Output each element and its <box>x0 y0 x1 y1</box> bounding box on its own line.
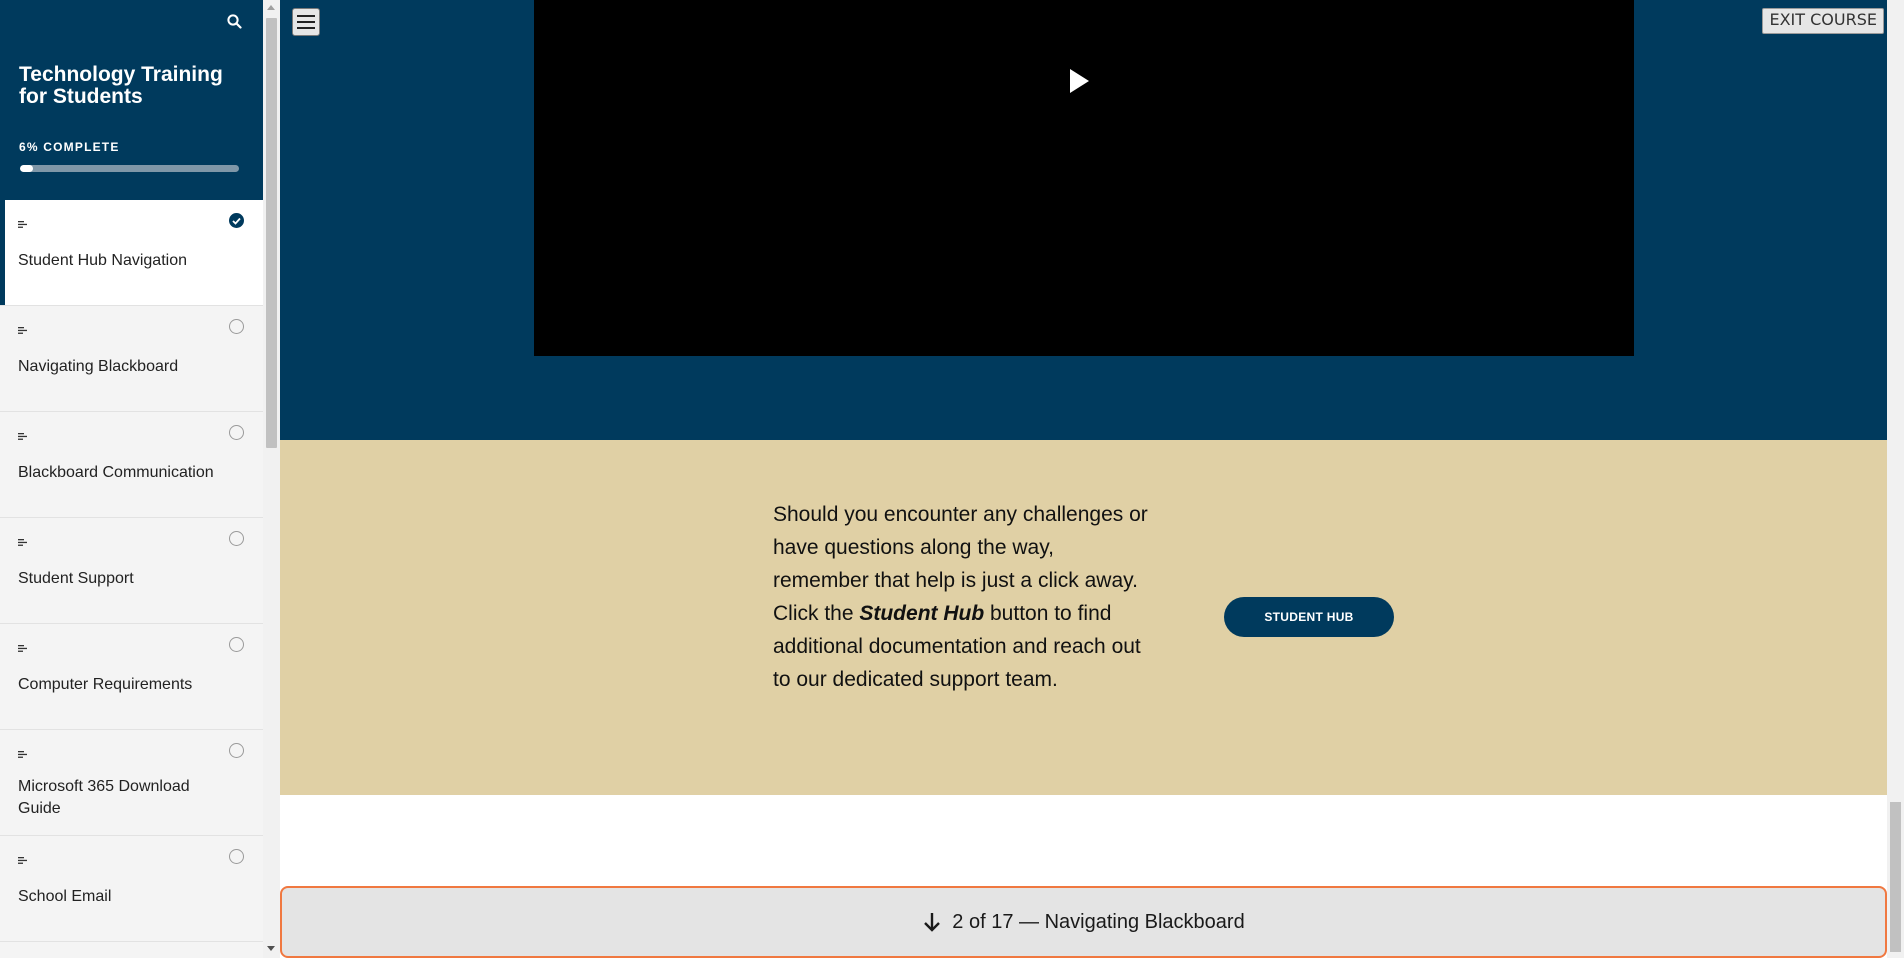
support-text-emphasis: Student Hub <box>859 602 985 625</box>
search-button[interactable] <box>224 11 244 31</box>
lesson-title: Navigating Blackboard <box>18 358 179 375</box>
lesson-item[interactable]: Student Support <box>0 518 263 624</box>
hamburger-icon <box>297 15 315 29</box>
lesson-title: School Email <box>18 888 112 905</box>
lesson-item[interactable]: Navigating Blackboard <box>0 306 263 412</box>
progress-bar <box>20 165 239 172</box>
search-icon <box>226 13 242 29</box>
scroll-up-arrow[interactable] <box>267 5 275 10</box>
text-lines-icon <box>18 533 27 551</box>
empty-circle-icon <box>229 743 244 758</box>
check-circle-icon <box>229 213 244 228</box>
text-lines-icon <box>18 851 27 869</box>
text-lines-icon <box>18 639 27 657</box>
lesson-title: Student Support <box>18 570 134 587</box>
lesson-item[interactable]: Microsoft 365 Download Guide <box>0 730 263 836</box>
sidebar-header: Technology Training for Students 6% COMP… <box>0 0 263 200</box>
next-lesson-button[interactable]: 2 of 17 — Navigating Blackboard <box>280 886 1887 958</box>
scroll-down-arrow[interactable] <box>267 946 275 951</box>
empty-circle-icon <box>229 637 244 652</box>
video-player[interactable] <box>534 0 1634 356</box>
empty-circle-icon <box>229 319 244 334</box>
lesson-title: Computer Requirements <box>18 676 193 693</box>
text-lines-icon <box>18 215 27 233</box>
lesson-content: EXIT COURSE Should you encounter any cha… <box>280 0 1887 958</box>
main-scrollbar-thumb[interactable] <box>1890 802 1901 952</box>
empty-circle-icon <box>229 849 244 864</box>
lesson-title: Microsoft 365 Download Guide <box>18 778 190 817</box>
course-title: Technology Training for Students <box>19 63 223 108</box>
progress-bar-fill <box>20 165 34 172</box>
text-lines-icon <box>18 427 27 445</box>
empty-circle-icon <box>229 531 244 546</box>
student-hub-button[interactable]: STUDENT HUB <box>1224 597 1394 637</box>
menu-button[interactable] <box>292 8 320 36</box>
support-text: Should you encounter any challenges or h… <box>773 498 1153 696</box>
play-button[interactable] <box>1064 66 1094 96</box>
text-lines-icon <box>18 321 27 339</box>
lesson-title: Blackboard Communication <box>18 464 214 481</box>
course-sidebar: Technology Training for Students 6% COMP… <box>0 0 263 958</box>
play-icon <box>1070 69 1089 93</box>
empty-circle-icon <box>229 425 244 440</box>
arrow-down-icon <box>924 913 941 932</box>
sidebar-scrollbar-thumb[interactable] <box>266 18 277 448</box>
text-lines-icon <box>18 745 27 763</box>
lesson-list: Student Hub Navigation Navigating Blackbo… <box>0 200 263 942</box>
lesson-title: Student Hub Navigation <box>18 252 187 269</box>
lesson-item[interactable]: Blackboard Communication <box>0 412 263 518</box>
progress-label: 6% COMPLETE <box>19 140 120 154</box>
support-section: Should you encounter any challenges or h… <box>280 440 1887 795</box>
lesson-item[interactable]: School Email <box>0 836 263 942</box>
main-scrollbar[interactable] <box>1887 0 1904 958</box>
next-lesson-label: 2 of 17 — Navigating Blackboard <box>952 910 1245 933</box>
sidebar-scrollbar[interactable] <box>263 0 280 958</box>
lesson-item[interactable]: Student Hub Navigation <box>0 200 263 306</box>
lesson-item[interactable]: Computer Requirements <box>0 624 263 730</box>
exit-course-button[interactable]: EXIT COURSE <box>1762 8 1884 34</box>
video-section: EXIT COURSE <box>280 0 1887 440</box>
